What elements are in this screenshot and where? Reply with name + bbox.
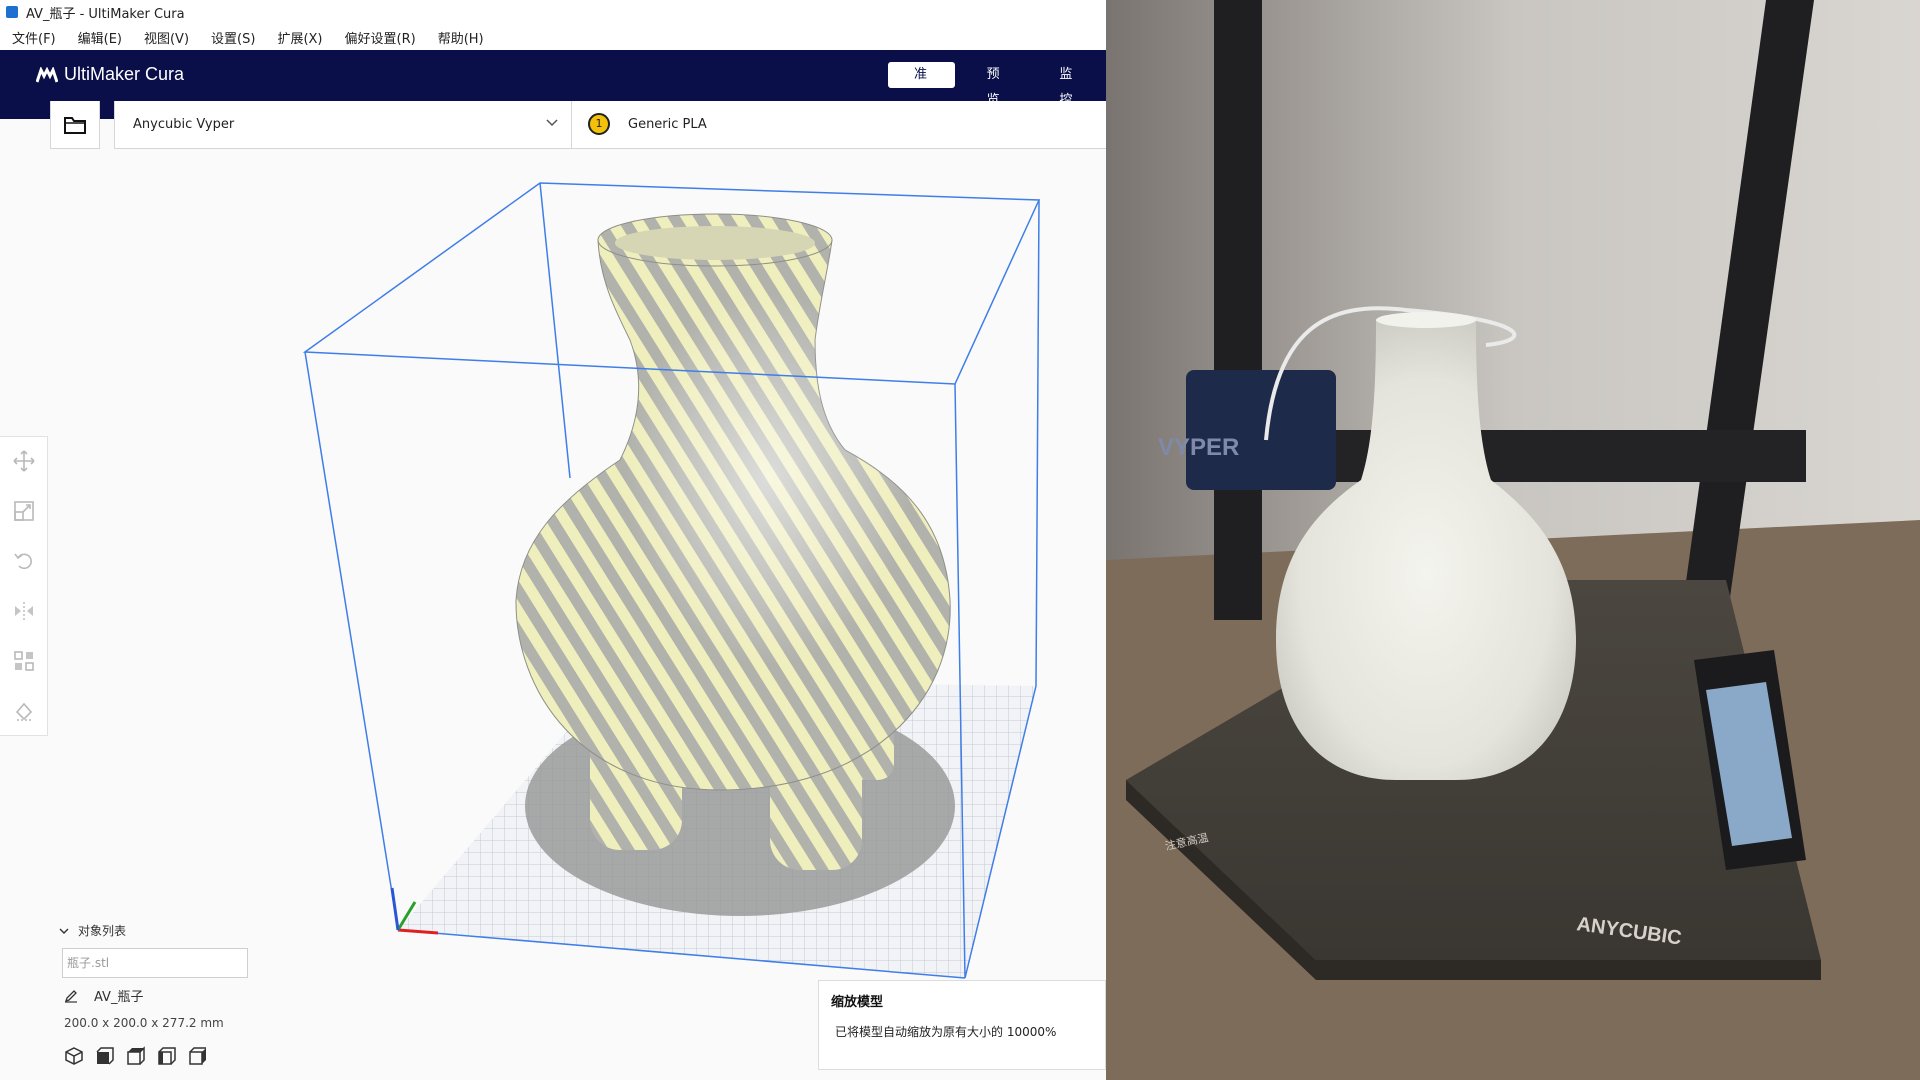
- menu-help[interactable]: 帮助(H): [438, 28, 484, 47]
- pencil-icon: [64, 989, 77, 1003]
- open-file-button[interactable]: [50, 101, 100, 149]
- 3d-view-icon: [65, 1047, 83, 1065]
- rotate-tool[interactable]: [12, 549, 36, 573]
- front-view-icon: [96, 1047, 114, 1065]
- scale-tool[interactable]: [12, 499, 36, 523]
- printer-photo: 注意高温 ANYCUBIC VYPER: [1106, 0, 1920, 1080]
- object-list-title: 对象列表: [78, 924, 127, 938]
- logo-text: UltiMaker Cura: [64, 64, 185, 84]
- build-plate-viewport[interactable]: [0, 150, 1106, 1080]
- left-view-icon: [158, 1047, 176, 1065]
- object-name-field[interactable]: AV_瓶子: [64, 986, 143, 1005]
- window-title: AV_瓶子 - UltiMaker Cura: [26, 6, 185, 22]
- vase-highlight: [515, 223, 951, 790]
- printer-name: Anycubic Vyper: [133, 117, 235, 132]
- tool-panel: [0, 436, 48, 736]
- tab-prepare[interactable]: 准备: [888, 62, 955, 108]
- object-list: 对象列表 瓶子.stl: [58, 922, 298, 978]
- mirror-icon: [15, 602, 33, 620]
- cura-window: AV_瓶子 - UltiMaker Cura 文件(F) 编辑(E) 视图(V)…: [0, 0, 1106, 1080]
- view-left-button[interactable]: [157, 1046, 177, 1066]
- menu-file[interactable]: 文件(F): [12, 28, 56, 47]
- chevron-down-icon: [546, 119, 558, 127]
- printer-frame-left: [1214, 0, 1262, 620]
- menu-bar: 文件(F) 编辑(E) 视图(V) 设置(S) 扩展(X) 偏好设置(R) 帮助…: [0, 24, 1106, 50]
- z-axis: [390, 887, 400, 931]
- move-icon: [13, 450, 35, 472]
- object-list-header[interactable]: 对象列表: [58, 922, 298, 939]
- app-header: UltiMaker Cura 准备 预览 监控: [0, 50, 1106, 108]
- support-blocker-icon: [15, 702, 33, 721]
- menu-extensions[interactable]: 扩展(X): [277, 28, 322, 47]
- menu-settings[interactable]: 设置(S): [211, 28, 255, 47]
- notification-title: 缩放模型: [831, 995, 884, 1010]
- printed-vase-rim: [1376, 312, 1476, 328]
- folder-icon: [64, 116, 86, 134]
- stage-tabs: 准备 预览 监控: [888, 62, 1106, 108]
- menu-preferences[interactable]: 偏好设置(R): [345, 28, 416, 47]
- logo: UltiMaker Cura: [36, 64, 184, 85]
- printer-printhead: [1186, 370, 1336, 490]
- title-bar: AV_瓶子 - UltiMaker Cura: [0, 0, 1106, 24]
- extruder-badge: 1: [588, 113, 610, 135]
- tab-monitor[interactable]: 监控: [1033, 62, 1100, 108]
- material-selector[interactable]: 1 Generic PLA: [572, 101, 1106, 149]
- chevron-down-icon: [59, 928, 69, 934]
- right-view-icon: [189, 1047, 206, 1065]
- menu-edit[interactable]: 编辑(E): [78, 28, 122, 47]
- menu-view[interactable]: 视图(V): [144, 28, 189, 47]
- tab-preview[interactable]: 预览: [961, 62, 1028, 108]
- app-icon: [6, 6, 18, 18]
- object-dimensions: 200.0 x 200.0 x 277.2 mm: [64, 1016, 224, 1030]
- per-model-settings-icon: [14, 651, 34, 671]
- object-list-item[interactable]: 瓶子.stl: [62, 948, 248, 978]
- top-view-icon: [127, 1046, 145, 1065]
- vyper-label-text: VYPER: [1158, 434, 1239, 461]
- printer-selector[interactable]: Anycubic Vyper: [114, 101, 572, 149]
- move-tool[interactable]: [12, 449, 36, 473]
- view-3d-button[interactable]: [64, 1046, 84, 1066]
- vase-opening: [615, 226, 815, 260]
- per-model-settings-tool[interactable]: [12, 649, 36, 673]
- mirror-tool[interactable]: [12, 599, 36, 623]
- object-name: AV_瓶子: [94, 990, 144, 1005]
- ultimaker-logo-icon: [36, 66, 58, 82]
- scale-icon: [14, 501, 34, 521]
- view-front-button[interactable]: [95, 1046, 115, 1066]
- view-top-button[interactable]: [126, 1046, 146, 1066]
- camera-view-buttons: [64, 1046, 219, 1066]
- support-blocker-tool[interactable]: [12, 699, 36, 723]
- view-right-button[interactable]: [188, 1046, 208, 1066]
- notification-message: 已将模型自动缩放为原有大小的 10000%: [835, 1025, 1057, 1039]
- rotate-icon: [14, 553, 32, 570]
- scale-notification: 缩放模型 已将模型自动缩放为原有大小的 10000%: [818, 980, 1106, 1070]
- material-name: Generic PLA: [628, 117, 707, 132]
